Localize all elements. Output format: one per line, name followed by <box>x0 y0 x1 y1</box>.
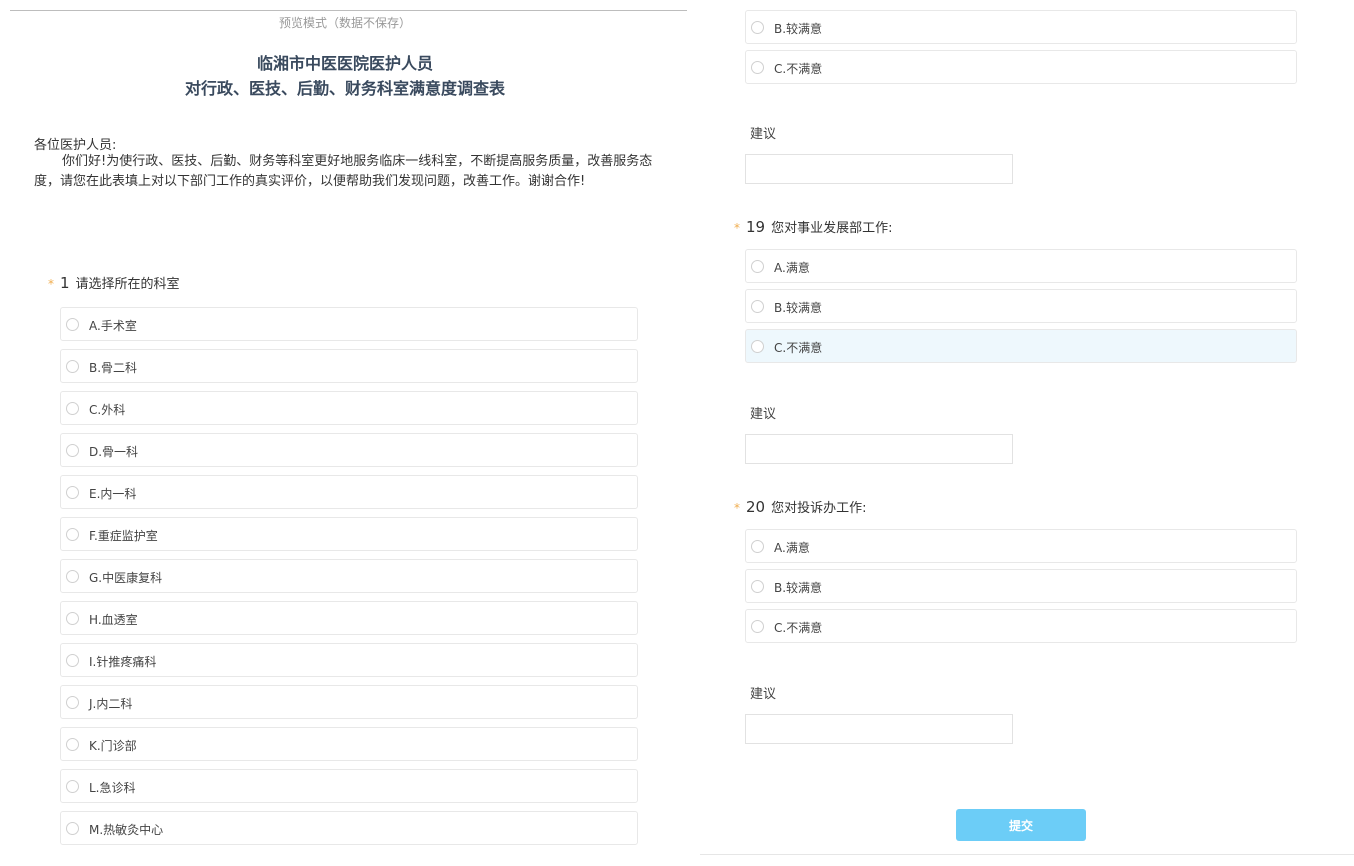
required-star-icon: * <box>734 221 740 235</box>
option-label: B.骨二科 <box>89 361 138 375</box>
radio-circle-icon[interactable] <box>751 540 764 553</box>
question-20-title: * 20 您对投诉办工作: <box>734 497 866 516</box>
survey-title-line1: 临湘市中医医院医护人员 <box>256 54 433 73</box>
option-row[interactable]: C.不满意 <box>745 609 1297 643</box>
question-18-suggest-label: 建议 <box>750 127 777 142</box>
option-row[interactable]: A.手术室 <box>60 307 638 341</box>
radio-circle-icon[interactable] <box>66 528 79 541</box>
option-row[interactable]: F.重症监护室 <box>60 517 638 551</box>
option-label: F.重症监护室 <box>89 529 158 543</box>
option-row[interactable]: C.不满意 <box>745 50 1297 84</box>
radio-circle-icon[interactable] <box>66 486 79 499</box>
option-label: C.不满意 <box>774 62 823 76</box>
option-row[interactable]: A.满意 <box>745 529 1297 563</box>
question-1-title: * 1 请选择所在的科室 <box>48 273 180 292</box>
option-row[interactable]: C.外科 <box>60 391 638 425</box>
question-text: 请选择所在的科室 <box>75 277 180 292</box>
radio-circle-icon[interactable] <box>66 402 79 415</box>
question-19-suggest-label: 建议 <box>750 407 777 422</box>
radio-circle-icon[interactable] <box>66 444 79 457</box>
option-row[interactable]: B.较满意 <box>745 289 1297 323</box>
radio-circle-icon[interactable] <box>751 21 764 34</box>
question-number: 1 <box>60 274 70 292</box>
option-label: K.门诊部 <box>89 739 137 753</box>
question-number: 19 <box>746 218 766 236</box>
option-row[interactable]: B.骨二科 <box>60 349 638 383</box>
survey-right-pane: B.较满意 C.不满意 建议 * 19 您对事业发展部工作: A.满意 B.较满意 C.不… <box>700 0 1354 866</box>
required-star-icon: * <box>48 277 54 291</box>
option-label: A.满意 <box>774 261 810 275</box>
submit-button[interactable]: 提交 <box>956 809 1086 841</box>
radio-circle-icon[interactable] <box>751 260 764 273</box>
option-label: B.较满意 <box>774 301 823 315</box>
radio-circle-icon[interactable] <box>66 360 79 373</box>
radio-circle-icon[interactable] <box>66 318 79 331</box>
radio-circle-icon[interactable] <box>751 340 764 353</box>
required-star-icon: * <box>734 501 740 515</box>
option-label: G.中医康复科 <box>89 571 163 585</box>
radio-circle-icon[interactable] <box>66 696 79 709</box>
option-label: M.热敏灸中心 <box>89 823 164 837</box>
question-19-suggest-input[interactable] <box>745 434 1013 464</box>
option-row[interactable]: B.较满意 <box>745 10 1297 44</box>
option-label: L.急诊科 <box>89 781 136 795</box>
question-20-suggest-label: 建议 <box>750 687 777 702</box>
intro-text: 你们好!为使行政、医技、后勤、财务等科室更好地服务临床一线科室，不断提高服务质量… <box>34 154 653 189</box>
option-row[interactable]: M.热敏灸中心 <box>60 811 638 845</box>
greeting-text: 各位医护人员: <box>34 138 117 153</box>
option-row[interactable]: H.血透室 <box>60 601 638 635</box>
radio-circle-icon[interactable] <box>751 620 764 633</box>
question-text: 您对事业发展部工作: <box>771 221 893 236</box>
question-18-suggest-input[interactable] <box>745 154 1013 184</box>
option-label: C.不满意 <box>774 621 823 635</box>
option-row[interactable]: E.内一科 <box>60 475 638 509</box>
option-label: C.外科 <box>89 403 126 417</box>
top-divider <box>10 10 687 11</box>
radio-circle-icon[interactable] <box>751 61 764 74</box>
option-label: D.骨一科 <box>89 445 139 459</box>
option-row[interactable]: C.不满意 <box>745 329 1297 363</box>
preview-mode-note: 预览模式（数据不保存） <box>278 16 411 30</box>
option-row[interactable]: A.满意 <box>745 249 1297 283</box>
radio-circle-icon[interactable] <box>66 780 79 793</box>
survey-left-pane: 预览模式（数据不保存） 临湘市中医医院医护人员 对行政、医技、后勤、财务科室满意… <box>0 0 700 866</box>
option-label: A.满意 <box>774 541 810 555</box>
option-label: A.手术室 <box>89 319 137 333</box>
radio-circle-icon[interactable] <box>751 580 764 593</box>
survey-title-line2: 对行政、医技、后勤、财务科室满意度调查表 <box>184 79 505 98</box>
option-label: I.针推疼痛科 <box>89 655 157 669</box>
radio-circle-icon[interactable] <box>66 654 79 667</box>
option-label: C.不满意 <box>774 341 823 355</box>
option-row[interactable]: B.较满意 <box>745 569 1297 603</box>
question-19-title: * 19 您对事业发展部工作: <box>734 217 892 236</box>
option-label: H.血透室 <box>89 613 138 627</box>
option-label: J.内二科 <box>89 697 133 711</box>
radio-circle-icon[interactable] <box>66 822 79 835</box>
option-row[interactable]: K.门诊部 <box>60 727 638 761</box>
radio-circle-icon[interactable] <box>66 612 79 625</box>
option-label: B.较满意 <box>774 581 823 595</box>
option-label: B.较满意 <box>774 22 823 36</box>
question-20-suggest-input[interactable] <box>745 714 1013 744</box>
bottom-divider <box>700 854 1354 855</box>
option-row[interactable]: G.中医康复科 <box>60 559 638 593</box>
option-row[interactable]: J.内二科 <box>60 685 638 719</box>
question-number: 20 <box>746 498 766 516</box>
radio-circle-icon[interactable] <box>66 570 79 583</box>
option-label: E.内一科 <box>89 487 137 501</box>
question-text: 您对投诉办工作: <box>771 501 867 516</box>
option-row[interactable]: D.骨一科 <box>60 433 638 467</box>
radio-circle-icon[interactable] <box>66 738 79 751</box>
option-row[interactable]: I.针推疼痛科 <box>60 643 638 677</box>
radio-circle-icon[interactable] <box>751 300 764 313</box>
option-row[interactable]: L.急诊科 <box>60 769 638 803</box>
